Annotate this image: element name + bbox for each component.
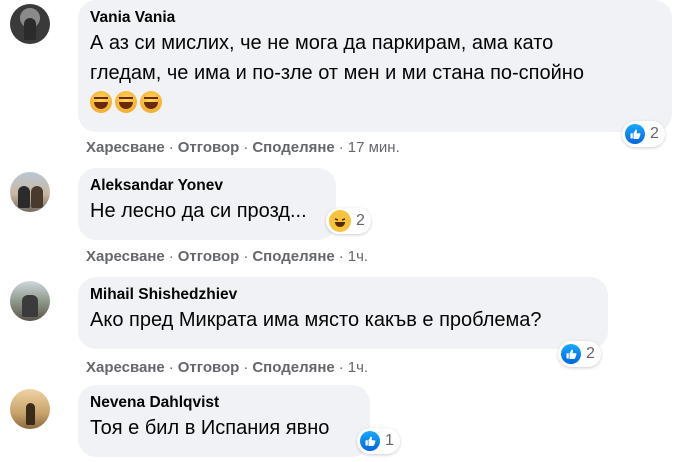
comment-author[interactable]: Aleksandar Yonev: [90, 176, 324, 196]
reply-button[interactable]: Отговор: [178, 248, 240, 265]
separator: ·: [168, 359, 174, 376]
reaction-count: 2: [650, 125, 659, 142]
like-icon: [360, 431, 380, 451]
separator: ·: [338, 139, 344, 156]
reaction-summary[interactable]: 2: [558, 341, 601, 367]
comment-bubble: Nevena Dahlqvist Тоя е бил в Испания явн…: [78, 385, 370, 457]
comment-author[interactable]: Mihail Shishedzhiev: [90, 285, 596, 305]
comment-timestamp[interactable]: 1ч.: [348, 248, 368, 265]
avatar[interactable]: [10, 172, 50, 212]
share-button[interactable]: Споделяне: [252, 359, 334, 376]
comment-bubble: Mihail Shishedzhiev Ако пред Микрата има…: [78, 277, 608, 349]
comment-actions: Харесване · Отговор · Споделяне · 17 мин.: [86, 138, 400, 158]
like-button[interactable]: Харесване: [86, 248, 165, 265]
separator: ·: [243, 248, 249, 265]
avatar-figure: [18, 186, 30, 208]
comment-timestamp[interactable]: 1ч.: [348, 359, 368, 376]
avatar[interactable]: [10, 4, 50, 44]
avatar-figure: [31, 186, 43, 208]
comment-vania-vania: Vania Vania А аз си мислих, че не мога д…: [0, 0, 675, 160]
separator: ·: [338, 248, 344, 265]
like-icon: [561, 344, 581, 364]
comment-actions: Харесване · Отговор · Споделяне · 1ч.: [86, 358, 368, 378]
reply-button[interactable]: Отговор: [178, 139, 240, 156]
like-button[interactable]: Харесване: [86, 359, 165, 376]
comment-actions: Харесване · Отговор · Споделяне · 1ч.: [86, 247, 368, 267]
separator: ·: [243, 359, 249, 376]
reaction-count: 2: [586, 345, 595, 362]
haha-icon: [329, 210, 351, 232]
share-button[interactable]: Споделяне: [252, 139, 334, 156]
like-icon: [625, 124, 645, 144]
avatar-figure: [26, 403, 35, 425]
comment-timestamp[interactable]: 17 мин.: [348, 139, 400, 156]
comment-nevena-dahlqvist: Nevena Dahlqvist Тоя е бил в Испания явн…: [0, 385, 675, 462]
comment-author[interactable]: Vania Vania: [90, 8, 660, 28]
share-button[interactable]: Споделяне: [252, 248, 334, 265]
comment-text-line: гледам, че има и по-зле от мен и ми стан…: [90, 62, 584, 84]
avatar-figure: [24, 18, 36, 40]
laughing-emoji-icon: [90, 90, 112, 113]
comment-bubble: Aleksandar Yonev Не лесно да си прозд...: [78, 168, 336, 240]
comment-aleksandar-yonev: Aleksandar Yonev Не лесно да си прозд...…: [0, 168, 675, 268]
comment-text-line: Не лесно да си прозд...: [90, 200, 307, 222]
separator: ·: [168, 248, 174, 265]
separator: ·: [243, 139, 249, 156]
comment-mihail-shishedzhiev: Mihail Shishedzhiev Ако пред Микрата има…: [0, 277, 675, 377]
avatar[interactable]: [10, 281, 50, 321]
reaction-count: 2: [356, 212, 365, 229]
comment-text-line: А аз си мислих, че не мога да паркирам, …: [90, 32, 554, 54]
comment-bubble: Vania Vania А аз си мислих, че не мога д…: [78, 0, 672, 132]
reaction-count: 1: [385, 432, 394, 449]
comment-author[interactable]: Nevena Dahlqvist: [90, 393, 358, 413]
avatar-figure: [22, 295, 38, 317]
emoji-row: [90, 88, 660, 114]
separator: ·: [168, 139, 174, 156]
laughing-emoji-icon: [115, 90, 137, 113]
reply-button[interactable]: Отговор: [178, 359, 240, 376]
comment-text-line: Тоя е бил в Испания явно: [90, 417, 330, 439]
reaction-summary[interactable]: 2: [326, 208, 371, 234]
reaction-summary[interactable]: 2: [622, 121, 665, 147]
comment-text-line: Ако пред Микрата има място какъв е пробл…: [90, 309, 542, 331]
like-button[interactable]: Харесване: [86, 139, 165, 156]
avatar[interactable]: [10, 389, 50, 429]
separator: ·: [338, 359, 344, 376]
reaction-summary[interactable]: 1: [357, 428, 400, 454]
laughing-emoji-icon: [140, 90, 162, 113]
